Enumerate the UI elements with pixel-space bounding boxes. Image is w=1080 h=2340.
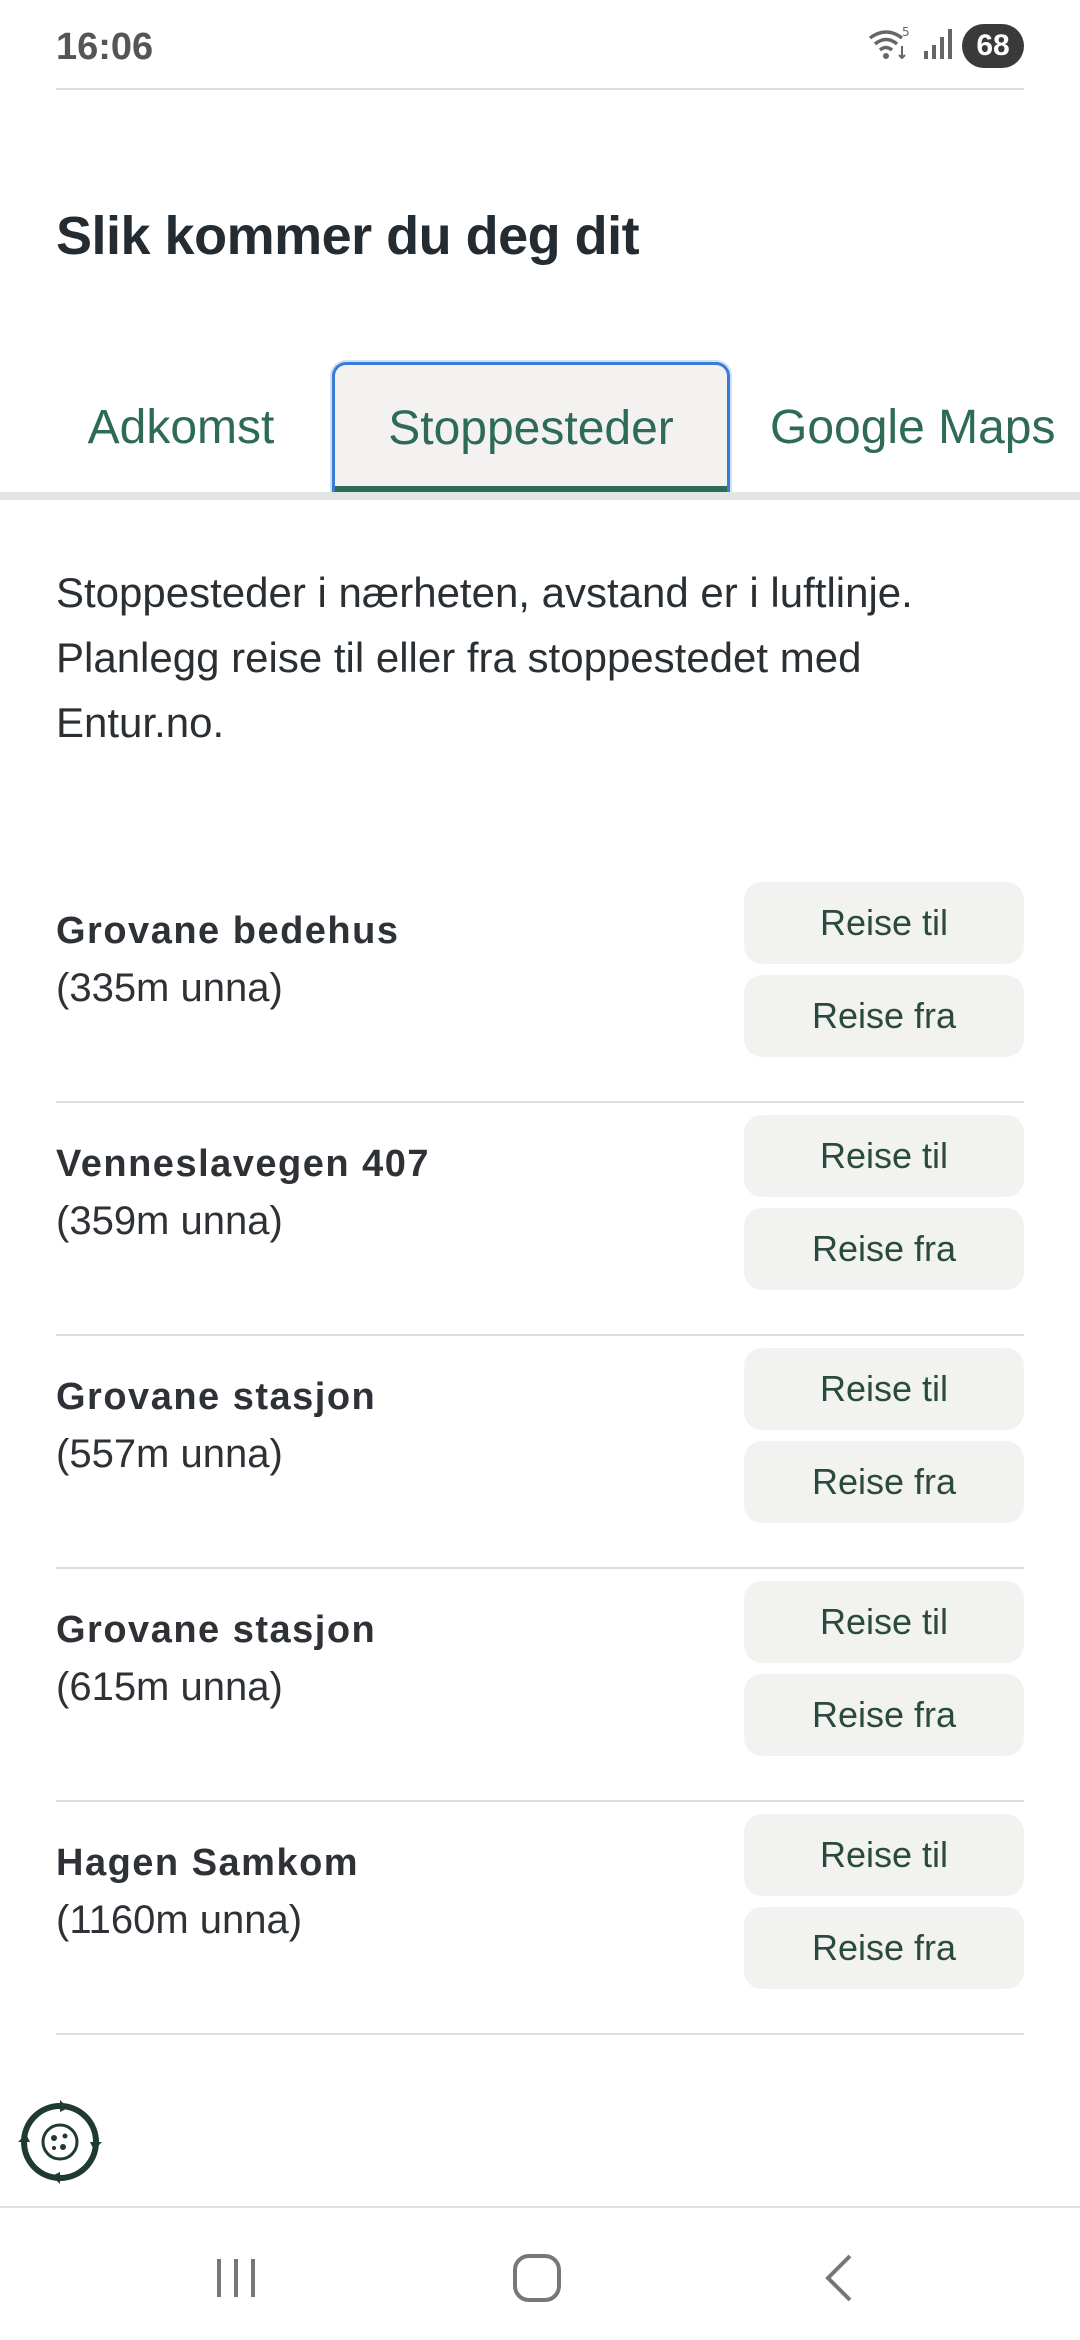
stop-distance: (1160m unna) (56, 1898, 303, 1942)
status-bar: 16:06 5 68 (56, 0, 1024, 90)
status-icons: 5 68 (866, 24, 1024, 68)
travel-from-button[interactable]: Reise fra (744, 1674, 1024, 1756)
status-time: 16:06 (56, 26, 154, 68)
tab-stoppesteder[interactable]: Stoppesteder (332, 362, 730, 494)
travel-to-button[interactable]: Reise til (744, 1348, 1024, 1430)
wifi-icon: 5 (866, 24, 912, 69)
stop-name: Grovane bedehus (56, 910, 400, 952)
stops-list: Grovane bedehus (335m unna) Reise til Re… (56, 870, 1024, 2035)
tab-bar: Adkomst Stoppesteder Google Maps (0, 362, 1080, 502)
stop-distance: (615m unna) (56, 1665, 283, 1709)
system-nav-bar (0, 2206, 1080, 2340)
stop-row: Grovane stasjon (615m unna) Reise til Re… (56, 1569, 1024, 1802)
stop-name: Venneslavegen 407 (56, 1143, 431, 1185)
signal-icon (922, 27, 952, 66)
stops-description: Stoppesteder i nærheten, avstand er i lu… (56, 569, 913, 746)
battery-indicator: 68 (962, 24, 1024, 68)
stop-name: Grovane stasjon (56, 1376, 377, 1418)
travel-from-button[interactable]: Reise fra (744, 1441, 1024, 1523)
cookie-settings-icon[interactable] (18, 2100, 102, 2184)
tab-google-maps[interactable]: Google Maps (770, 362, 1080, 492)
home-icon[interactable] (497, 2238, 577, 2318)
travel-to-button[interactable]: Reise til (744, 1814, 1024, 1896)
page-title: Slik kommer du deg dit (56, 206, 640, 266)
back-icon[interactable] (800, 2238, 880, 2318)
stop-name: Hagen Samkom (56, 1842, 360, 1884)
travel-to-button[interactable]: Reise til (744, 1115, 1024, 1197)
travel-from-button[interactable]: Reise fra (744, 1907, 1024, 1989)
stop-distance: (359m unna) (56, 1199, 283, 1243)
stop-name: Grovane stasjon (56, 1609, 377, 1651)
tab-divider (0, 492, 1080, 500)
travel-from-button[interactable]: Reise fra (744, 975, 1024, 1057)
stop-row: Venneslavegen 407 (359m unna) Reise til … (56, 1103, 1024, 1336)
travel-to-button[interactable]: Reise til (744, 882, 1024, 964)
recent-apps-icon[interactable] (196, 2238, 276, 2318)
tab-adkomst[interactable]: Adkomst (56, 362, 306, 492)
stop-distance: (557m unna) (56, 1432, 283, 1476)
wifi-badge: 5 (902, 25, 910, 39)
travel-to-button[interactable]: Reise til (744, 1581, 1024, 1663)
stop-row: Hagen Samkom (1160m unna) Reise til Reis… (56, 1802, 1024, 2035)
stop-distance: (335m unna) (56, 966, 283, 1010)
travel-from-button[interactable]: Reise fra (744, 1208, 1024, 1290)
stop-row: Grovane bedehus (335m unna) Reise til Re… (56, 870, 1024, 1103)
stop-row: Grovane stasjon (557m unna) Reise til Re… (56, 1336, 1024, 1569)
